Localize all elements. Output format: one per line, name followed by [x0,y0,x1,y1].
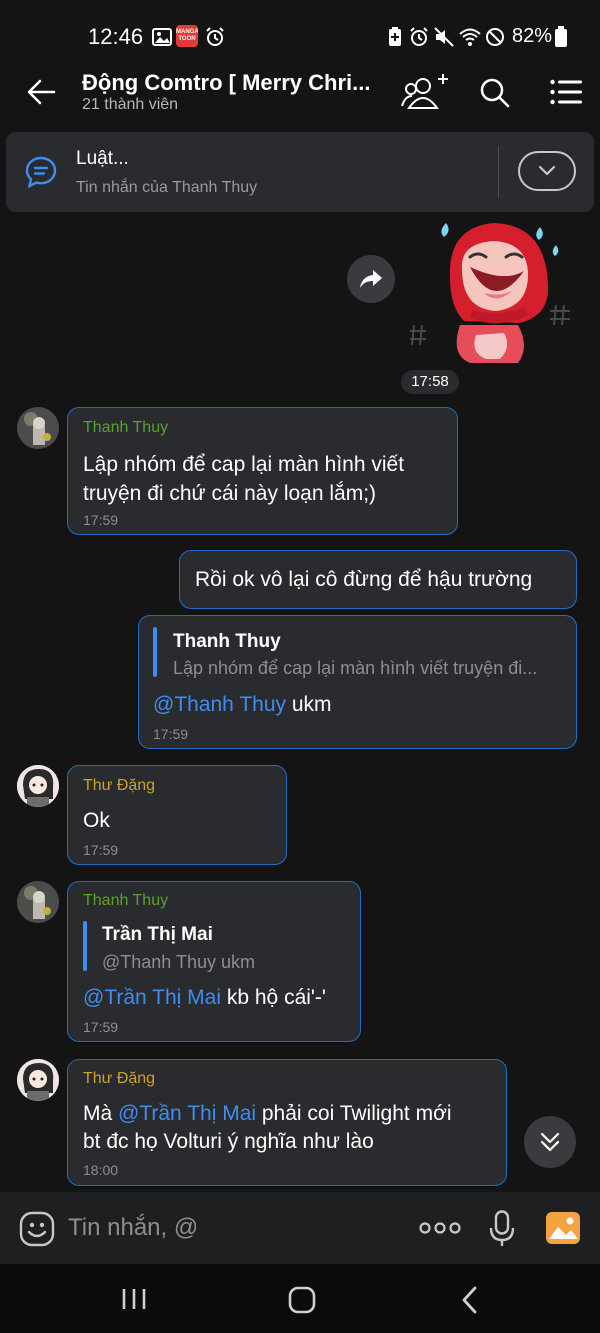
sticker-timestamp: 17:58 [401,370,459,394]
laughing-sticker[interactable] [400,215,580,365]
avatar-image-thu-dang [17,765,59,807]
message-input[interactable]: Tin nhắn, @ [68,1214,198,1242]
forward-icon [360,270,382,288]
search-icon[interactable] [478,76,510,108]
chevron-down-icon [538,165,556,176]
microphone-icon[interactable] [489,1210,515,1248]
mangatoon-icon: MANGA TOON [176,25,198,47]
message-time: 18:00 [83,1162,119,1178]
message-text-rest: kb hộ cái'-' [221,986,326,1009]
mention-link[interactable]: @Trần Thị Mai [83,986,221,1009]
avatar-image-thu-dang [17,1059,59,1101]
message-text-pre: Mà [83,1102,119,1125]
pinned-message-icon [25,156,57,189]
avatar-thu-dang[interactable] [17,1059,59,1101]
pinned-title: Luật... [76,148,129,169]
alarm-icon [206,27,224,46]
message-text-line: bt đc họ Volturi ý nghĩa như lào [83,1130,374,1153]
message-time: 17:59 [83,1019,119,1035]
message-text-line: Rồi ok vô lại cô đừng để hậu trường [195,568,533,591]
battery-saver-icon [389,27,401,46]
message-time: 17:59 [153,726,189,742]
battery-icon [555,26,567,47]
quote-bar [153,627,157,677]
more-icon[interactable] [419,1220,461,1236]
quoted-text: Lập nhóm để cap lại màn hình viết truyện… [173,658,538,678]
avatar-thanh-thuy[interactable] [17,881,59,923]
message-text-line: Ok [83,809,110,832]
message-text-rest: phải coi Twilight mới [256,1102,452,1125]
sender-name[interactable]: Thanh Thuy [83,419,168,437]
add-member-icon[interactable] [401,72,451,110]
sender-name[interactable]: Thanh Thuy [83,892,168,910]
message-text-line: Lập nhóm để cap lại màn hình viết [83,453,405,476]
message-time: 17:59 [83,512,119,528]
quoted-sender: Trần Thị Mai [102,924,213,945]
battery-percent: 82% [512,25,553,47]
gallery-icon[interactable] [545,1211,581,1245]
message-text-line: @Thanh Thuy ukm [153,690,332,720]
forward-button[interactable] [347,255,395,303]
emoji-icon[interactable] [19,1211,55,1247]
double-chevron-down-icon [540,1132,560,1152]
pinned-expand-button[interactable] [518,151,576,191]
sender-name[interactable]: Thư Đặng [83,1070,155,1088]
group-title[interactable]: Động Comtro [ Merry Chri... [82,70,382,96]
gallery-notification-icon [152,28,172,46]
home-icon[interactable] [288,1286,316,1314]
pinned-divider [498,146,499,198]
back-arrow-icon[interactable] [26,78,56,106]
do-not-disturb-icon [486,28,504,46]
recent-apps-icon[interactable] [121,1287,147,1311]
wifi-icon [459,28,481,46]
quoted-text: @Thanh Thuy ukm [102,952,256,972]
pinned-message-bar[interactable] [6,132,594,212]
alarm-icon-2 [410,27,428,46]
mention-link[interactable]: @Trần Thị Mai [118,1102,256,1125]
scroll-to-bottom-button[interactable] [524,1116,576,1168]
mute-icon [434,27,454,47]
avatar-thanh-thuy[interactable] [17,407,59,449]
message-text-line: @Trần Thị Mai kb hộ cái'-' [83,983,326,1013]
menu-icon[interactable] [550,79,582,105]
pinned-subtitle: Tin nhắn của Thanh Thuy [76,179,258,196]
quoted-sender: Thanh Thuy [173,631,281,652]
quote-bar [83,921,87,971]
avatar-image-thanh-thuy [17,881,59,923]
system-back-icon[interactable] [460,1286,480,1314]
message-text-line: Mà @Trần Thị Mai phải coi Twilight mới [83,1099,452,1129]
message-text-line: truyện đi chứ cái này loạn lắm;) [83,482,377,505]
avatar-thu-dang[interactable] [17,765,59,807]
member-count[interactable]: 21 thành viên [82,96,178,114]
message-text-rest: ukm [286,693,332,716]
avatar-image-thanh-thuy [17,407,59,449]
mention-link[interactable]: @Thanh Thuy [153,693,286,716]
message-time: 17:59 [83,842,119,858]
sender-name[interactable]: Thư Đặng [83,777,155,795]
status-time: 12:46 [88,24,144,49]
